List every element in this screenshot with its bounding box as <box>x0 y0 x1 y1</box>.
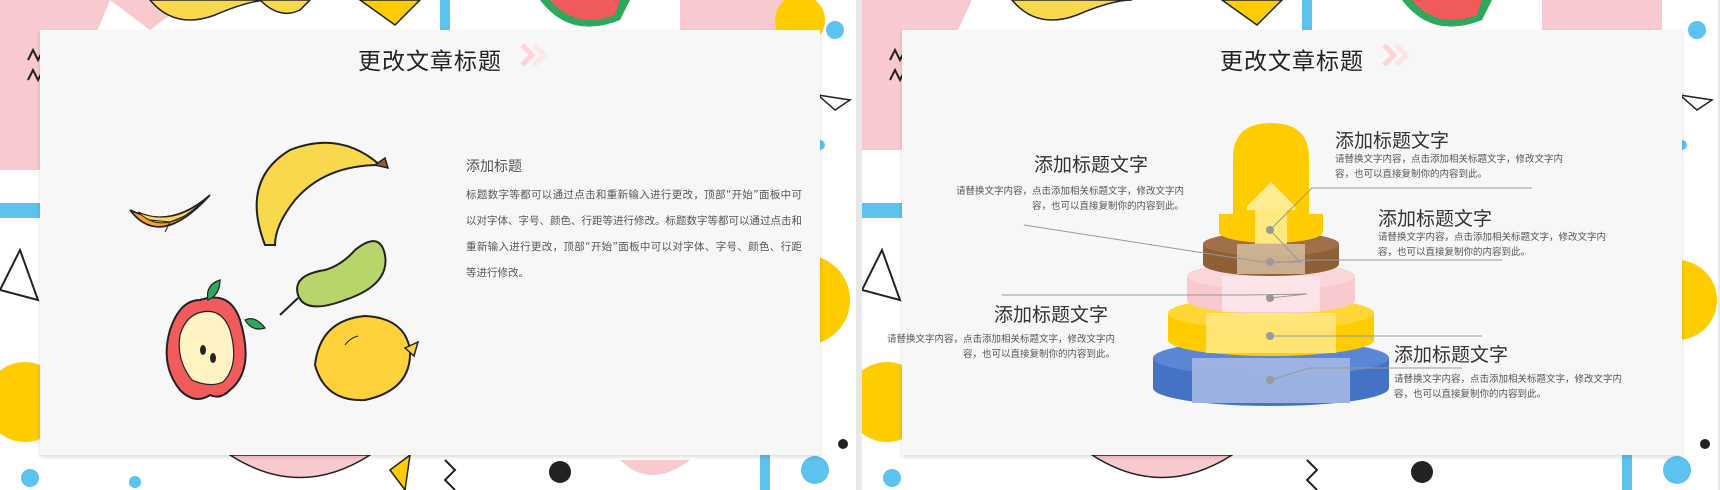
label-heading-middle-right: 添加标题文字 <box>1378 208 1493 230</box>
lemon-icon <box>313 314 420 402</box>
label-text-middle-right: 请替换文字内容，点击添加相关标题文字，修改文字内容，也可以直接复制你的内容到此。 <box>1378 232 1607 258</box>
slide-1[interactable]: 更改文章标题 添加标题 标题数字等都可以通过点击和重新输入进行更改，顶部“开始”… <box>0 0 856 490</box>
banana-icon <box>255 141 390 246</box>
content-card: 更改文章标题 <box>40 30 820 455</box>
label-text-upper-left: 请替换文字内容，点击添加相关标题文字，修改文字内容，也可以直接复制你的内容到此。 <box>955 186 1184 212</box>
section-subheading: 添加标题 <box>466 159 522 175</box>
slide-2[interactable]: 更改文章标题 添加标题文字 请替换文字内容，点击添加相关标题文字，修改文字内容，… <box>862 0 1718 490</box>
label-heading-bottom-right: 添加标题文字 <box>1394 344 1509 366</box>
label-text-upper-right: 请替换文字内容，点击添加相关标题文字，修改文字内容，也可以直接复制你的内容到此。 <box>1335 154 1564 180</box>
label-heading-upper-left: 添加标题文字 <box>1034 154 1149 176</box>
label-text-lower-left: 请替换文字内容，点击添加相关标题文字，修改文字内容，也可以直接复制你的内容到此。 <box>886 334 1115 360</box>
content-card: 更改文章标题 <box>887 30 1682 455</box>
label-heading-lower-left: 添加标题文字 <box>994 304 1109 326</box>
fruit-illustration <box>129 141 420 402</box>
chevron-decoration-icon <box>520 44 548 66</box>
label-text-bottom-right: 请替换文字内容，点击添加相关标题文字，修改文字内容，也可以直接复制你的内容到此。 <box>1394 374 1623 400</box>
label-heading-upper-right: 添加标题文字 <box>1335 130 1450 152</box>
section-paragraph: 标题数字等都可以通过点击和重新输入进行更改，顶部“开始”面板中可以对字体、字号、… <box>466 189 802 279</box>
page-title: 更改文章标题 <box>358 49 502 75</box>
pear-icon <box>279 240 387 316</box>
orange-slice-icon <box>129 194 211 233</box>
apple-icon <box>165 279 267 400</box>
